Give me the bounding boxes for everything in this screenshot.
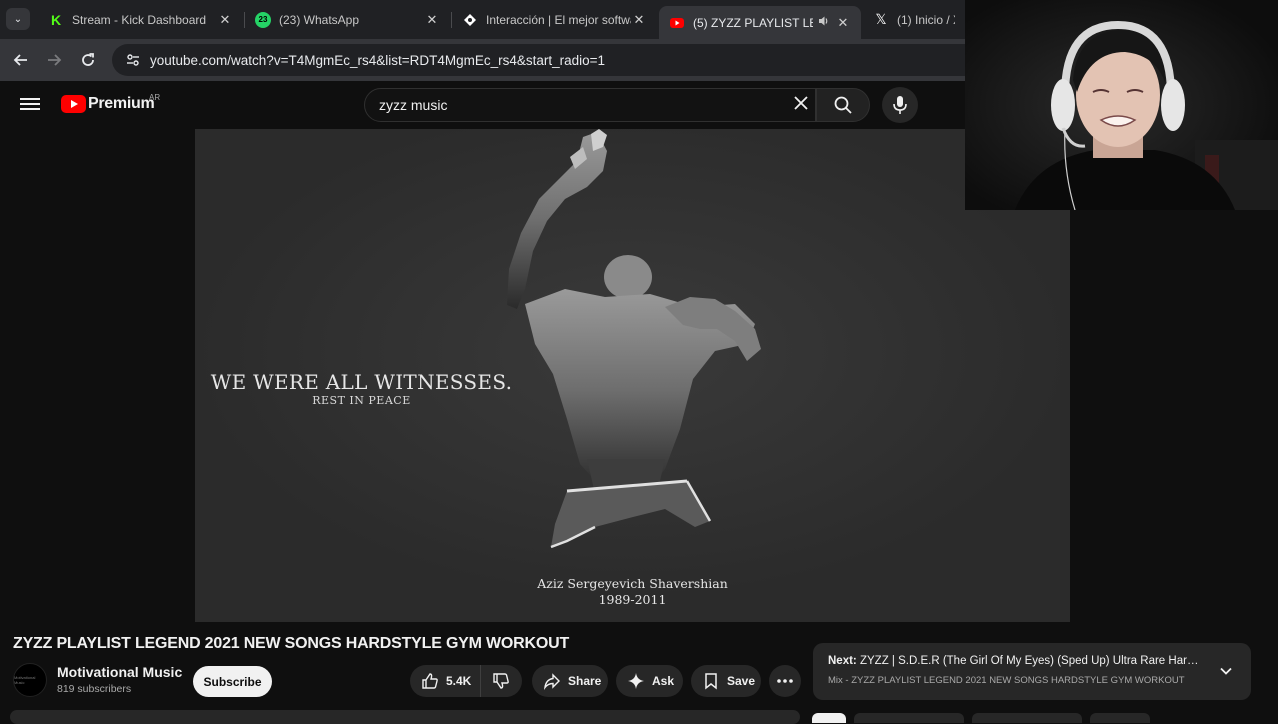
channel-avatar[interactable]: Motivational Music (13, 663, 47, 697)
hamburger-menu-icon[interactable] (20, 95, 40, 115)
youtube-premium-logo[interactable]: Premium (61, 95, 155, 113)
video-player[interactable]: WE WERE ALL WITNESSES. REST IN PEACE Azi… (195, 129, 1070, 622)
description-box[interactable] (10, 710, 800, 724)
whatsapp-icon: 23 (255, 11, 271, 28)
more-horizontal-icon (777, 679, 793, 683)
save-label: Save (727, 674, 756, 688)
share-button[interactable]: Share (532, 665, 608, 697)
microphone-icon (893, 96, 907, 114)
video-slogan-sub: REST IN PEACE (312, 394, 411, 407)
thumbs-down-icon (491, 671, 511, 691)
up-next-title-line: Next: ZYZZ | S.D.E.R (The Girl Of My Eye… (828, 655, 1203, 667)
tab-whatsapp[interactable]: 23 (23) WhatsApp ✕ (245, 4, 450, 35)
ask-label: Ask (652, 674, 675, 688)
speaker-icon[interactable] (813, 15, 835, 30)
reload-icon[interactable] (77, 49, 99, 71)
x-icon: 𝕏 (875, 11, 887, 27)
subscriber-count: 819 subscribers (57, 683, 132, 695)
search-button[interactable] (816, 88, 870, 122)
kick-icon: K (50, 11, 62, 28)
like-count: 5.4K (446, 674, 472, 688)
search-query-text[interactable]: zyzz music (379, 97, 787, 113)
tab-kick-dashboard[interactable]: K Stream - Kick Dashboard ✕ (38, 4, 243, 35)
up-next-panel[interactable]: Next: ZYZZ | S.D.E.R (The Girl Of My Eye… (813, 643, 1251, 700)
forward-arrow-icon[interactable] (43, 49, 65, 71)
ask-button[interactable]: Ask (616, 665, 683, 697)
clear-search-icon[interactable] (787, 94, 815, 117)
close-tab-icon[interactable]: ✕ (835, 15, 851, 31)
tab-label: (1) Inicio / X (897, 12, 955, 27)
back-arrow-icon[interactable] (10, 49, 32, 71)
webcam-overlay (965, 0, 1278, 210)
close-tab-icon[interactable]: ✕ (631, 12, 647, 28)
region-code: AR (149, 93, 161, 102)
tab-x[interactable]: 𝕏 (1) Inicio / X (863, 4, 965, 35)
search-input[interactable]: zyzz music (364, 88, 816, 122)
site-settings-icon[interactable] (124, 51, 142, 69)
thumbs-up-icon (420, 671, 440, 691)
sparkle-icon (626, 671, 646, 691)
close-tab-icon[interactable]: ✕ (424, 12, 440, 28)
voice-search-button[interactable] (882, 87, 918, 123)
tab-label: Interacción | El mejor softwa (486, 12, 631, 27)
video-slogan: WE WERE ALL WITNESSES. (210, 370, 513, 394)
diamond-icon (462, 12, 478, 28)
chip[interactable] (854, 713, 964, 723)
search-icon (834, 96, 852, 114)
bookmark-icon (701, 671, 721, 691)
chevron-down-icon[interactable] (1217, 662, 1235, 680)
premium-wordmark: Premium (88, 95, 155, 112)
tab-label: Stream - Kick Dashboard (72, 12, 207, 27)
tab-search-chevron-icon[interactable]: ⌄ (6, 8, 30, 30)
up-next-title: ZYZZ | S.D.E.R (The Girl Of My Eyes) (Sp… (859, 655, 1203, 667)
tab-interaccion[interactable]: Interacción | El mejor softwa ✕ (452, 4, 657, 35)
filter-chips-row (812, 713, 1272, 723)
save-button[interactable]: Save (691, 665, 761, 697)
youtube-play-logo-icon (61, 95, 86, 113)
tab-label: (5) ZYZZ PLAYLIST LEGEN (693, 15, 813, 30)
up-next-prefix: Next: (828, 655, 857, 667)
like-button[interactable]: 5.4K (410, 665, 480, 697)
share-label: Share (568, 674, 602, 688)
channel-name[interactable]: Motivational Music (57, 664, 182, 680)
dislike-button[interactable] (480, 665, 522, 697)
share-arrow-icon (542, 671, 562, 691)
streamer-webcam-image (965, 0, 1278, 210)
channel-avatar-text: Motivational Music (14, 675, 36, 685)
memorial-name: Aziz Sergeyevich Shavershian (537, 576, 728, 591)
close-tab-icon[interactable]: ✕ (217, 12, 233, 28)
youtube-icon (669, 15, 685, 31)
subscribe-button[interactable]: Subscribe (193, 666, 272, 697)
memorial-years: 1989-2011 (598, 592, 667, 607)
url-text[interactable]: youtube.com/watch?v=T4MgmEc_rs4&list=RDT… (150, 53, 605, 68)
video-title: ZYZZ PLAYLIST LEGEND 2021 NEW SONGS HARD… (13, 635, 570, 652)
tab-label: (23) WhatsApp (279, 12, 360, 27)
up-next-playlist: Mix - ZYZZ PLAYLIST LEGEND 2021 NEW SONG… (828, 675, 1185, 686)
chip-all[interactable] (812, 713, 846, 723)
address-bar[interactable]: youtube.com/watch?v=T4MgmEc_rs4&list=RDT… (112, 44, 1112, 76)
chip[interactable] (1090, 713, 1150, 723)
tab-youtube-active[interactable]: (5) ZYZZ PLAYLIST LEGEN ✕ (659, 6, 861, 39)
more-actions-button[interactable] (769, 665, 801, 697)
chip[interactable] (972, 713, 1082, 723)
